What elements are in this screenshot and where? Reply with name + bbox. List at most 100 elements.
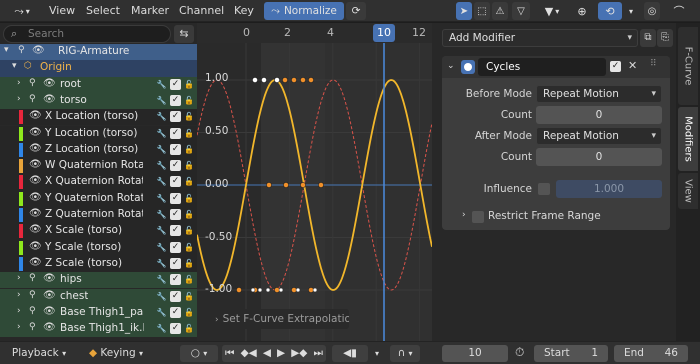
pin-icon[interactable]: ⚲: [29, 322, 36, 332]
show-hidden-toggle[interactable]: ⬚: [474, 2, 490, 20]
wrench-icon[interactable]: 🔧: [156, 210, 167, 219]
lock-icon[interactable]: 🔓: [184, 194, 194, 203]
keyframe-point[interactable]: [266, 182, 272, 188]
swap-filter-button[interactable]: ⇆: [174, 25, 194, 43]
snap-dropdown[interactable]: ▾: [624, 2, 638, 20]
restrict-frame-range-checkbox[interactable]: [472, 211, 484, 223]
keyframe-point[interactable]: [261, 77, 267, 83]
filters-toggle[interactable]: ▽: [512, 2, 530, 20]
auto-snap-toggle[interactable]: ⟲: [598, 2, 622, 20]
lock-icon[interactable]: 🔓: [184, 226, 194, 235]
wrench-icon[interactable]: 🔧: [156, 145, 167, 154]
wrench-icon[interactable]: 🔧: [156, 80, 167, 89]
menu-marker[interactable]: Marker: [131, 4, 169, 17]
wrench-icon[interactable]: 🔧: [156, 259, 167, 268]
end-frame-field[interactable]: End 46: [614, 345, 688, 362]
wrench-icon[interactable]: 🔧: [156, 129, 167, 138]
mute-checkbox[interactable]: ✓: [170, 257, 181, 269]
tab-modifiers[interactable]: Modifiers: [678, 107, 698, 171]
pin-icon[interactable]: ⚲: [29, 290, 36, 300]
keyframe-handle[interactable]: [295, 287, 301, 293]
editor-type-button[interactable]: ⤳ ▾: [4, 2, 40, 20]
pin-icon[interactable]: ⚲: [29, 306, 36, 316]
eye-icon[interactable]: 👁: [43, 94, 56, 105]
lock-icon[interactable]: 🔓: [184, 275, 194, 284]
eye-icon[interactable]: 👁: [29, 159, 42, 170]
keyframe-point[interactable]: [318, 182, 324, 188]
before-mode-dropdown[interactable]: Repeat Motion ▾: [536, 85, 662, 103]
normalize-refresh-button[interactable]: ⟳: [346, 2, 366, 20]
redo-panel-collapsed[interactable]: › Set F-Curve Extrapolation: [207, 309, 349, 329]
keyframe-point[interactable]: [308, 77, 314, 83]
snap-toggle[interactable]: ∩ ▾: [390, 345, 420, 362]
paste-modifiers-button[interactable]: ⎘: [657, 29, 673, 47]
channel-row[interactable]: › ⚲ 👁 root 🔧 ✓ 🔓: [0, 76, 197, 93]
tab-f-curve[interactable]: F-Curve: [678, 27, 698, 105]
lock-icon[interactable]: 🔓: [184, 210, 194, 219]
eye-icon[interactable]: 👁: [29, 127, 42, 138]
playback-menu[interactable]: Playback ▾: [4, 345, 74, 362]
wrench-icon[interactable]: 🔧: [156, 292, 167, 301]
graph-region[interactable]: 0 2 4 12 10 1.00 0.50 0.00 -0.50 -1.00 ›…: [197, 23, 432, 341]
lock-icon[interactable]: 🔓: [184, 80, 194, 89]
chevron-right-icon[interactable]: ›: [462, 210, 466, 220]
tab-view[interactable]: View: [678, 173, 698, 209]
keyframe-handle[interactable]: [278, 287, 284, 293]
keyframe-point[interactable]: [274, 77, 280, 83]
wrench-icon[interactable]: 🔧: [156, 194, 167, 203]
after-count-field[interactable]: 0: [536, 148, 662, 166]
wrench-icon[interactable]: 🔧: [156, 177, 167, 186]
channel-row[interactable]: 👁Z Quaternion Rotation 🔧✓🔓: [0, 207, 197, 224]
keyframe-point[interactable]: [236, 287, 242, 293]
frame-ruler[interactable]: 0 2 4 12 10: [197, 23, 432, 43]
channel-row[interactable]: 👁 X Scale (torso) 🔧 ✓ 🔓: [0, 223, 197, 240]
mute-checkbox[interactable]: ✓: [170, 160, 181, 172]
lock-icon[interactable]: 🔓: [184, 145, 194, 154]
play-reverse-icon[interactable]: ◀: [263, 345, 271, 362]
lock-icon[interactable]: 🔓: [184, 243, 194, 252]
mute-checkbox[interactable]: ✓: [170, 209, 181, 220]
menu-view[interactable]: View: [49, 4, 75, 17]
eye-icon[interactable]: 👁: [29, 257, 42, 268]
lock-icon[interactable]: 🔓: [184, 96, 194, 105]
jump-start-icon[interactable]: ⏮: [225, 345, 234, 362]
chevron-down-icon[interactable]: ▾: [4, 45, 9, 55]
keying-menu[interactable]: ◆ Keying ▾: [80, 345, 152, 362]
channel-row[interactable]: 👁X Quaternion Rotation 🔧✓🔓: [0, 174, 197, 191]
keyframe-handle[interactable]: [250, 287, 256, 293]
eye-icon[interactable]: 👁: [29, 192, 42, 203]
after-mode-dropdown[interactable]: Repeat Motion ▾: [536, 127, 662, 145]
eye-icon[interactable]: 👁: [43, 306, 56, 317]
influence-checkbox[interactable]: [538, 183, 550, 195]
channel-row[interactable]: › ⚲ 👁 torso 🔧 ✓ 🔓: [0, 92, 197, 110]
before-count-field[interactable]: 0: [536, 106, 662, 124]
keyframe-handle[interactable]: [265, 287, 271, 293]
eye-icon[interactable]: 👁: [29, 175, 42, 186]
channel-row[interactable]: 👁 Z Scale (torso) 🔧 ✓ 🔓: [0, 255, 197, 273]
curve-plot[interactable]: [197, 43, 432, 341]
lock-icon[interactable]: 🔓: [184, 292, 194, 301]
chevron-down-icon[interactable]: ⌄: [447, 61, 455, 71]
keyframe-point[interactable]: [283, 182, 289, 188]
channel-row[interactable]: › ⚲ 👁 hips 🔧 ✓ 🔓: [0, 272, 197, 289]
auto-keying-button[interactable]: ○ ▾: [180, 345, 218, 362]
chevron-right-icon[interactable]: ›: [17, 322, 21, 332]
eye-icon[interactable]: 👁: [29, 110, 42, 121]
wrench-icon[interactable]: 🔧: [156, 275, 167, 284]
jump-end-icon[interactable]: ⏭: [313, 345, 322, 362]
channel-row[interactable]: 👁 X Location (torso) 🔧 ✓ 🔓: [0, 109, 197, 126]
chevron-right-icon[interactable]: ›: [17, 306, 21, 316]
channel-row[interactable]: › ⚲ 👁 Base Thigh1_parent 🔧✓🔓: [0, 304, 197, 322]
normalize-toggle[interactable]: ⤳ Normalize: [264, 2, 344, 20]
current-frame-indicator[interactable]: 10: [373, 24, 395, 42]
mute-checkbox[interactable]: ✓: [170, 176, 181, 188]
wrench-icon[interactable]: 🔧: [156, 226, 167, 235]
eye-icon[interactable]: 👁: [43, 322, 56, 333]
eye-icon[interactable]: 👁: [43, 290, 56, 301]
filter-dropdown[interactable]: ▼ ▾: [538, 2, 566, 20]
close-icon[interactable]: ✕: [628, 59, 637, 72]
channel-search-input[interactable]: ⌕ Search: [3, 25, 171, 43]
channel-row[interactable]: ▾ ⬡ Origin: [0, 60, 197, 77]
lock-icon[interactable]: 🔓: [184, 259, 194, 268]
lock-icon[interactable]: 🔓: [184, 324, 194, 333]
